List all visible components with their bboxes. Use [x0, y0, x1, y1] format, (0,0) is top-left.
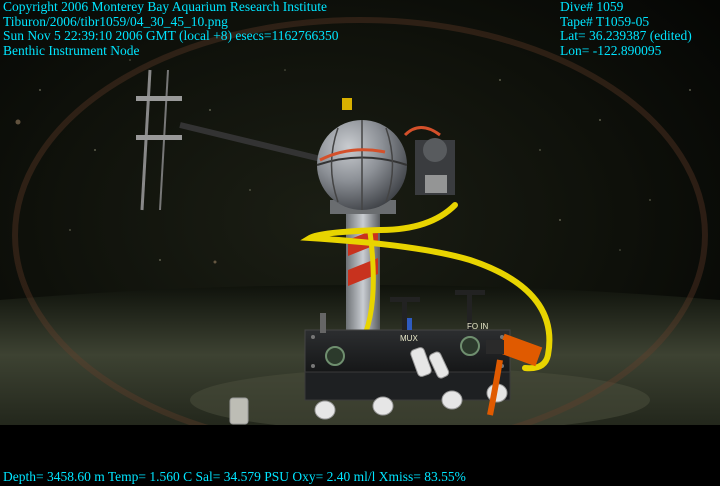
file-path-line: Tiburon/2006/tibr1059/04_30_45_10.png: [3, 13, 228, 29]
subject-line: Benthic Instrument Node: [3, 42, 140, 58]
longitude: Lon= -122.890095: [560, 42, 662, 58]
copyright-line: Copyright 2006 Monterey Bay Aquarium Res…: [3, 0, 327, 14]
sensor-readout: Depth= 3458.60 m Temp= 1.560 C Sal= 34.5…: [3, 469, 466, 484]
latitude: Lat= 36.239387 (edited): [560, 28, 692, 43]
overlay-right: Dive# 1059 Tape# T1059-05 Lat= 36.239387…: [560, 0, 692, 58]
mux-label: MUX: [400, 334, 418, 343]
timestamp-line: Sun Nov 5 22:39:10 2006 GMT (local +8) e…: [3, 28, 339, 43]
dive-number: Dive# 1059: [560, 0, 624, 14]
seafloor-scene: [0, 0, 720, 486]
fo-in-label: FO IN: [467, 322, 489, 331]
overlay-left: Copyright 2006 Monterey Bay Aquarium Res…: [3, 0, 338, 58]
tape-number: Tape# T1059-05: [560, 13, 650, 29]
